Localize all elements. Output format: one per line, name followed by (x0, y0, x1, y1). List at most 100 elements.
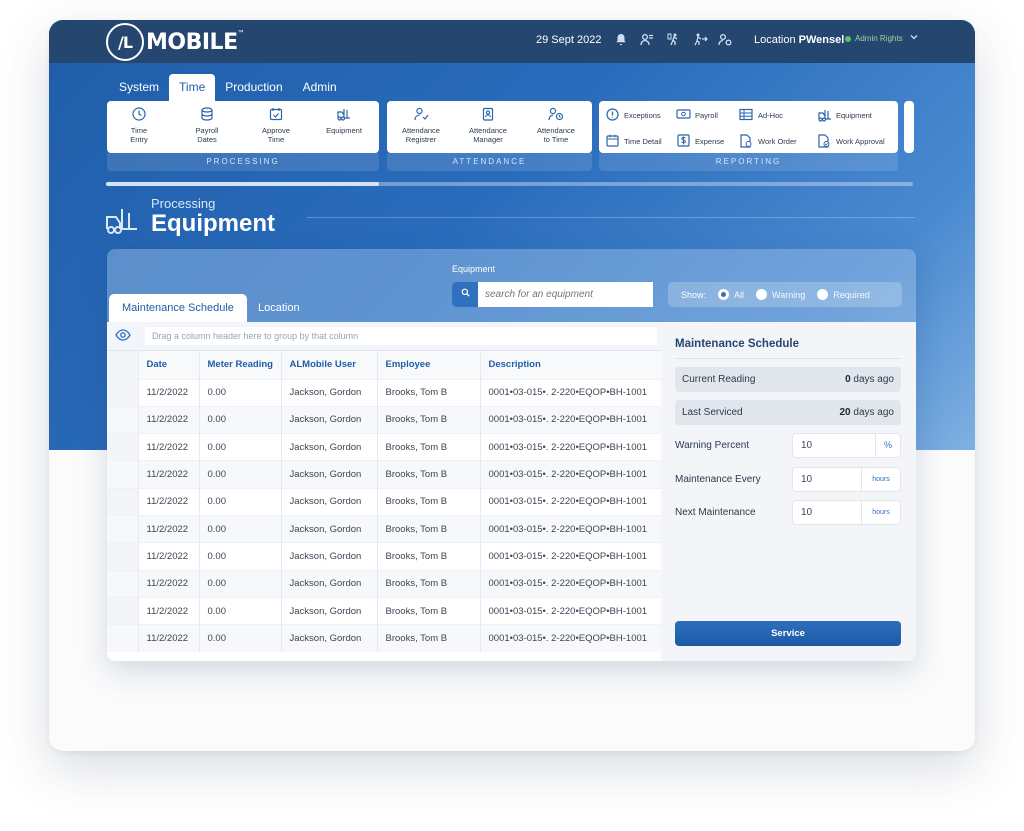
app-window: /L MOBILE ™ 29 Sept 2022 Location PWense… (49, 20, 975, 751)
show-option-required[interactable]: Required (817, 289, 870, 300)
search-icon[interactable] (452, 282, 478, 307)
cell-meter-reading: 0.00 (199, 514, 282, 543)
tab-system[interactable]: System (109, 74, 169, 101)
column-header-employee[interactable]: Employee (377, 351, 481, 379)
ribbon-time-entry[interactable]: Time Entry (109, 107, 169, 144)
cell-almobile-user: Jackson, Gordon (281, 514, 378, 543)
report-expense[interactable]: Expense (676, 134, 724, 148)
row-selector[interactable] (107, 514, 139, 543)
cell-meter-reading: 0.00 (199, 569, 282, 598)
table-row[interactable]: 11/2/2022 0.00 Jackson, Gordon Brooks, Tom … (107, 542, 662, 571)
ribbon-scrollbar-thumb[interactable] (106, 182, 379, 186)
eye-icon[interactable] (115, 329, 131, 343)
row-selector[interactable] (107, 460, 139, 489)
report-payroll[interactable]: Payroll (676, 108, 718, 122)
table-row[interactable]: 11/2/2022 0.00 Jackson, Gordon Brooks, Tom … (107, 596, 662, 625)
ribbon-equipment[interactable]: Equipment (314, 107, 374, 135)
radio-required[interactable] (817, 289, 829, 300)
tab-maintenance-schedule[interactable]: Maintenance Schedule (109, 294, 247, 322)
report-time-detail[interactable]: Time Detail (605, 134, 662, 148)
table-row[interactable]: 11/2/2022 0.00 Jackson, Gordon Brooks, Tom … (107, 624, 662, 652)
current-reading-row: Current Reading 0 days ago (675, 367, 901, 392)
row-selector[interactable] (107, 433, 139, 461)
table-row[interactable]: 11/2/2022 0.00 Jackson, Gordon Brooks, Tom … (107, 487, 662, 516)
cell-almobile-user: Jackson, Gordon (281, 542, 378, 571)
main-tabs: System Time Production Admin (109, 74, 347, 101)
calendar-icon (605, 134, 619, 148)
group-by-hint[interactable]: Drag a column header here to group by th… (145, 327, 657, 345)
last-serviced-value: 20 (839, 407, 851, 418)
option-label: Required (833, 289, 870, 300)
cell-employee: Brooks, Tom B (377, 569, 481, 598)
table-row[interactable]: 11/2/2022 0.00 Jackson, Gordon Brooks, Tom … (107, 433, 662, 461)
ribbon-group-attendance: Attendance Registrer Attendance Manager … (387, 101, 592, 153)
cell-date: 11/2/2022 (138, 624, 200, 652)
report-exceptions[interactable]: Exceptions (605, 108, 661, 122)
tab-production[interactable]: Production (215, 74, 292, 101)
radio-all[interactable] (718, 289, 730, 300)
report-equipment[interactable]: Equipment (817, 108, 872, 122)
ribbon-attendance-registrer[interactable]: Attendance Registrer (391, 107, 451, 144)
row-selector[interactable] (107, 569, 139, 598)
row-selector[interactable] (107, 378, 139, 407)
ribbon-payroll-dates[interactable]: Payroll Dates (177, 107, 237, 144)
ribbon-attendance-to-time[interactable]: Attendance to Time (526, 107, 586, 144)
bell-icon[interactable] (613, 33, 629, 49)
table-row[interactable]: 11/2/2022 0.00 Jackson, Gordon Brooks, Tom … (107, 378, 662, 407)
cell-date: 11/2/2022 (138, 487, 200, 516)
cell-date: 11/2/2022 (138, 596, 200, 625)
document-check-icon (817, 134, 831, 148)
run-icon[interactable] (692, 33, 708, 49)
service-button[interactable]: Service (675, 621, 901, 646)
show-option-all[interactable]: All (718, 289, 744, 300)
report-label: Equipment (836, 110, 872, 120)
ribbon-attendance-manager[interactable]: Attendance Manager (458, 107, 518, 144)
report-label: Ad-Hoc (758, 110, 784, 120)
table-row[interactable]: 11/2/2022 0.00 Jackson, Gordon Brooks, Tom … (107, 405, 662, 434)
warning-percent-unit: % (875, 434, 900, 457)
money-icon (676, 108, 691, 122)
warning-percent-field[interactable]: 10 % (792, 433, 901, 458)
cell-date: 11/2/2022 (138, 542, 200, 571)
tab-admin[interactable]: Admin (293, 74, 347, 101)
report-ad-hoc[interactable]: Ad-Hoc (739, 108, 783, 122)
column-header-date[interactable]: Date (138, 351, 200, 379)
search-input[interactable] (478, 282, 653, 307)
cell-description: 0001•03-015•. 2-220•EQOP•BH-1001 (480, 378, 662, 407)
cell-employee: Brooks, Tom B (377, 624, 481, 652)
report-work-approval[interactable]: Work Approval (817, 134, 885, 148)
tab-time[interactable]: Time (169, 74, 216, 101)
cell-meter-reading: 0.00 (199, 378, 282, 407)
user-settings-icon[interactable] (717, 33, 733, 49)
chevron-down-icon[interactable] (909, 32, 919, 45)
show-option-warning[interactable]: Warning (756, 289, 805, 300)
ribbon-label-line1: Attendance (537, 126, 575, 135)
warning-percent-value[interactable]: 10 (793, 434, 875, 457)
table-row[interactable]: 11/2/2022 0.00 Jackson, Gordon Brooks, Tom … (107, 514, 662, 543)
admin-rights-badge: Admin Rights (845, 34, 903, 43)
column-header-almobile-user[interactable]: ALMobile User (281, 351, 378, 379)
row-selector[interactable] (107, 542, 139, 571)
team-icon[interactable] (639, 33, 655, 49)
maintenance-every-value[interactable]: 10 (793, 468, 861, 491)
tab-location[interactable]: Location (245, 294, 313, 322)
column-header-meter-reading[interactable]: Meter Reading (199, 351, 282, 379)
radio-warning[interactable] (756, 289, 768, 300)
next-maintenance-field[interactable]: 10 hours (792, 500, 901, 525)
column-header-description[interactable]: Description (480, 351, 662, 379)
maintenance-every-field[interactable]: 10 hours (792, 467, 901, 492)
table-row[interactable]: 11/2/2022 0.00 Jackson, Gordon Brooks, Tom … (107, 569, 662, 598)
report-work-order[interactable]: Work Order (739, 134, 797, 148)
cell-almobile-user: Jackson, Gordon (281, 433, 378, 461)
table-row[interactable]: 11/2/2022 0.00 Jackson, Gordon Brooks, Tom … (107, 460, 662, 489)
report-label: Payroll (695, 110, 718, 120)
next-maintenance-value[interactable]: 10 (793, 501, 861, 524)
ribbon-label-line1: Approve (262, 126, 290, 135)
row-selector[interactable] (107, 624, 139, 652)
ribbon-approve-time[interactable]: Approve Time (246, 107, 306, 144)
clock-in-icon[interactable] (666, 33, 682, 49)
row-selector[interactable] (107, 487, 139, 516)
row-selector[interactable] (107, 596, 139, 625)
row-selector[interactable] (107, 405, 139, 434)
app-logo[interactable]: /L MOBILE ™ (106, 23, 244, 61)
